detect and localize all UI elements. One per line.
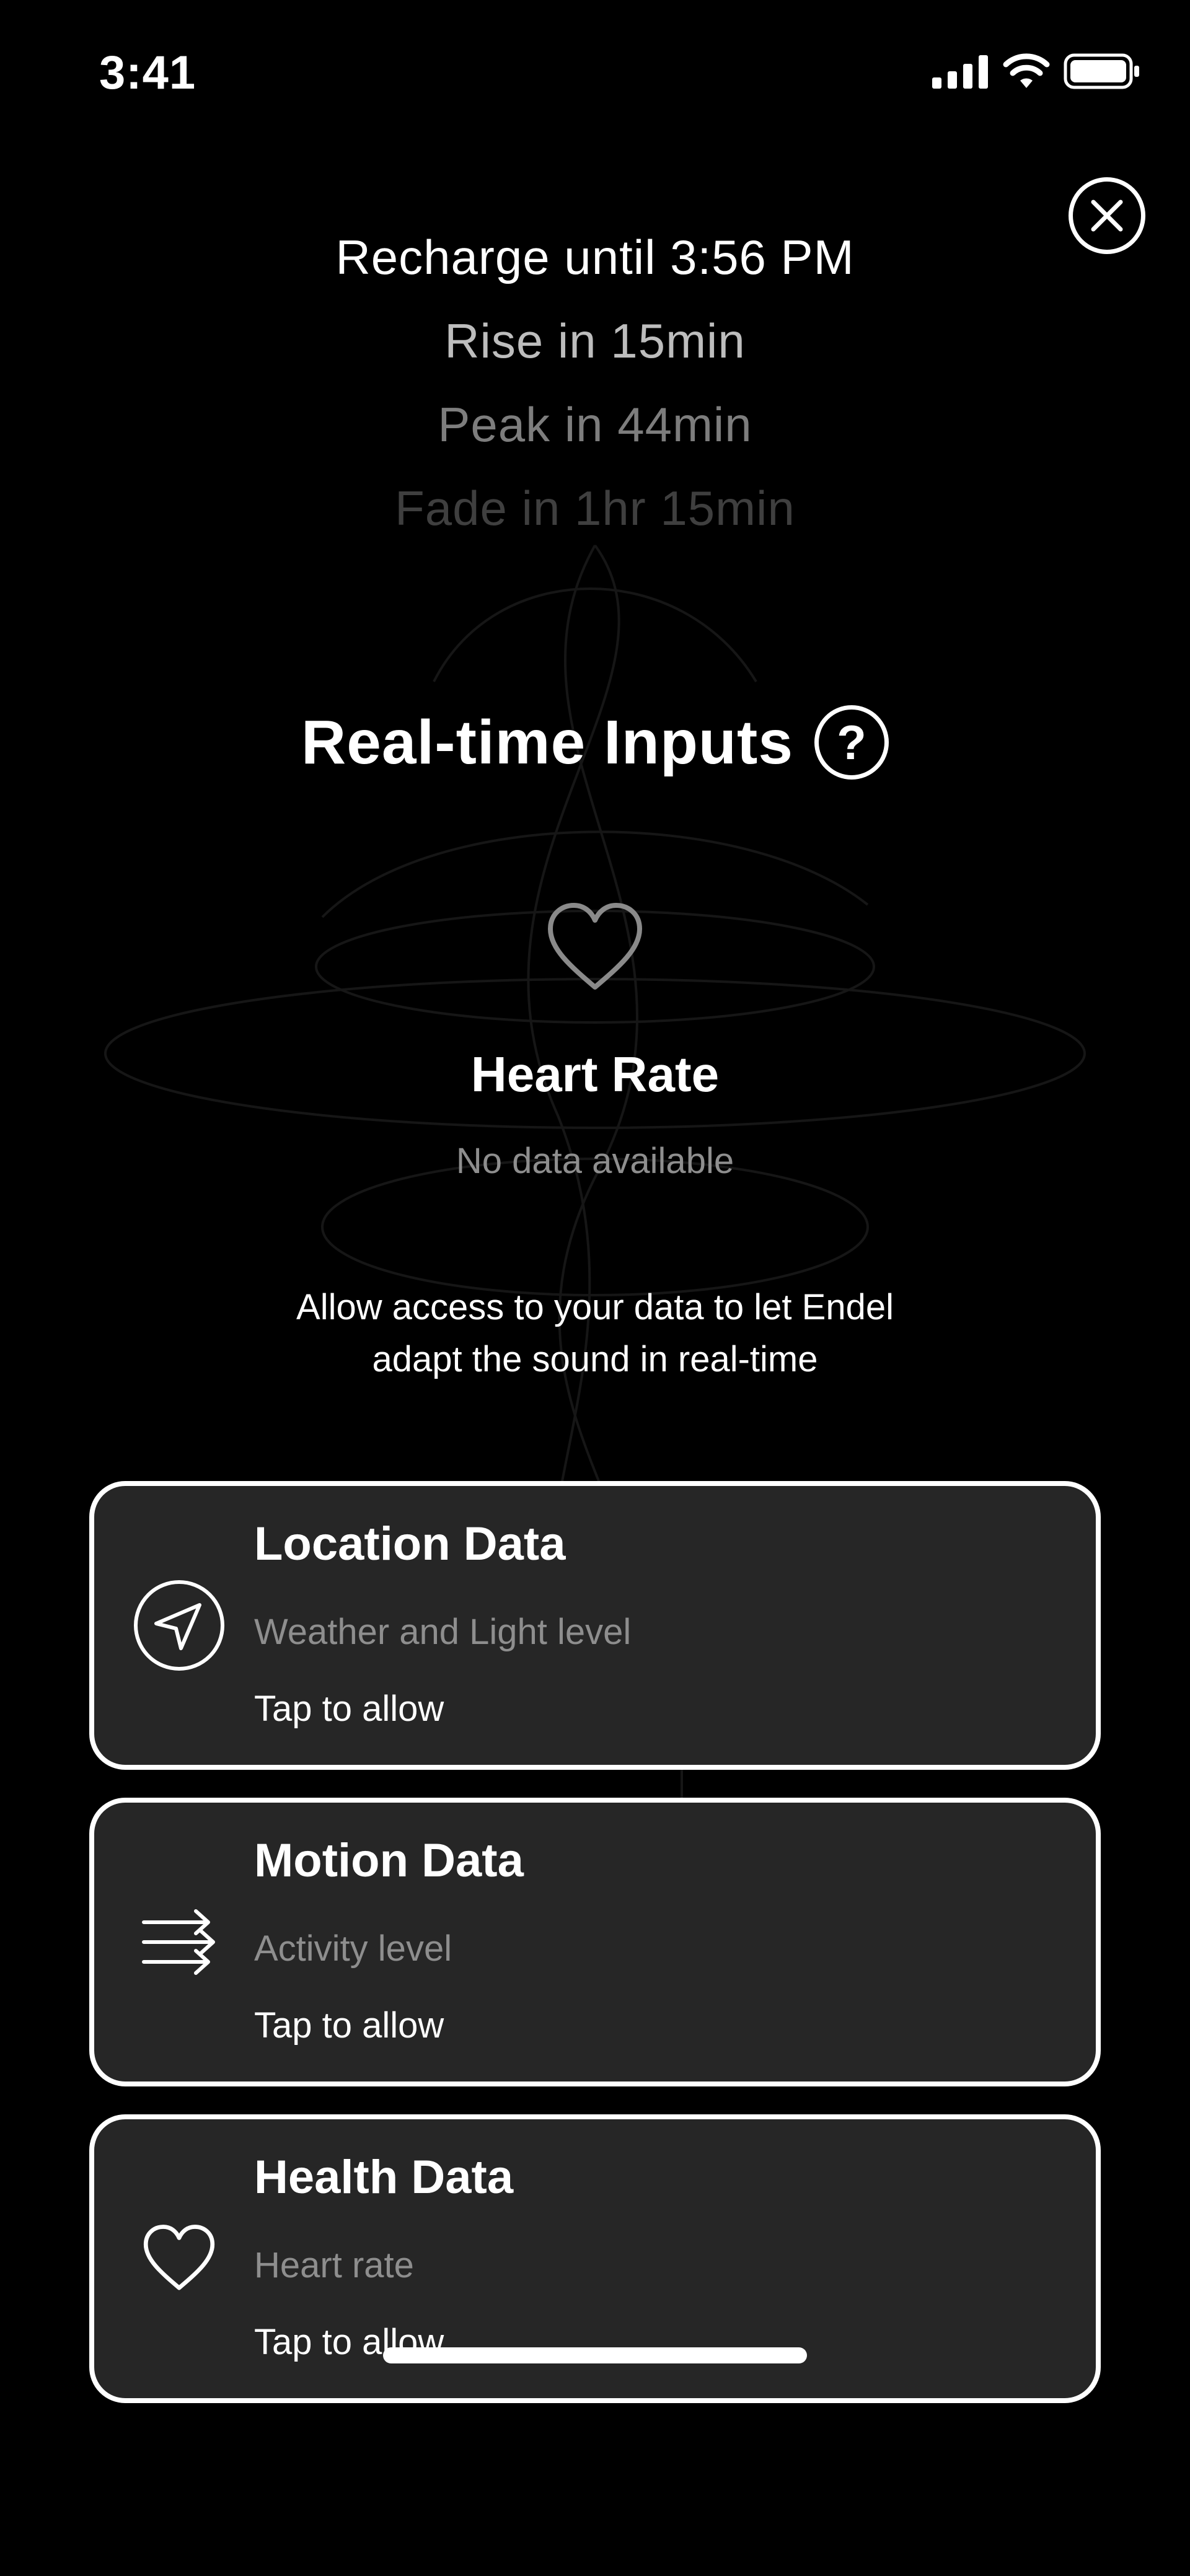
close-icon <box>1091 200 1123 232</box>
location-data-card[interactable]: Location Data Weather and Light level Ta… <box>89 1481 1101 1770</box>
heart-rate-status: No data available <box>456 1141 734 1181</box>
heart-icon <box>548 903 642 990</box>
location-arrow-icon <box>134 1580 224 1671</box>
allow-access-message: Allow access to your data to let Endel a… <box>0 1281 1190 1386</box>
health-data-title: Health Data <box>254 2151 514 2204</box>
help-button[interactable]: ? <box>814 705 889 780</box>
allow-access-line-1: Allow access to your data to let Endel <box>296 1287 894 1327</box>
location-data-tap-to-allow[interactable]: Tap to allow <box>254 1688 444 1730</box>
health-data-subtitle: Heart rate <box>254 2245 414 2285</box>
schedule-rise: Rise in 15min <box>444 314 746 368</box>
allow-access-line-2: adapt the sound in real-time <box>372 1339 818 1379</box>
cellular-signal-icon <box>932 55 988 89</box>
location-data-title: Location Data <box>254 1518 566 1570</box>
question-icon: ? <box>837 714 866 770</box>
motion-data-tap-to-allow[interactable]: Tap to allow <box>254 2005 444 2046</box>
heart-rate-title: Heart Rate <box>470 1047 720 1102</box>
motion-arrows-icon <box>142 1909 215 1975</box>
motion-data-subtitle: Activity level <box>254 1928 452 1969</box>
status-icons <box>932 53 1140 89</box>
location-data-subtitle: Weather and Light level <box>254 1612 632 1652</box>
motion-data-card[interactable]: Motion Data Activity level Tap to allow <box>89 1798 1101 2086</box>
realtime-inputs-header: Real-time Inputs ? <box>0 705 1190 780</box>
schedule-recharge: Recharge until 3:56 PM <box>335 230 855 284</box>
status-time: 3:41 <box>99 46 196 99</box>
wifi-icon <box>1003 53 1050 88</box>
motion-data-title: Motion Data <box>254 1834 524 1887</box>
heart-icon <box>143 2225 215 2290</box>
schedule-fade: Fade in 1hr 15min <box>395 481 795 535</box>
realtime-inputs-title: Real-time Inputs <box>301 707 793 777</box>
schedule-peak: Peak in 44min <box>438 397 752 452</box>
home-indicator[interactable] <box>383 2347 807 2363</box>
battery-icon <box>1064 53 1139 89</box>
